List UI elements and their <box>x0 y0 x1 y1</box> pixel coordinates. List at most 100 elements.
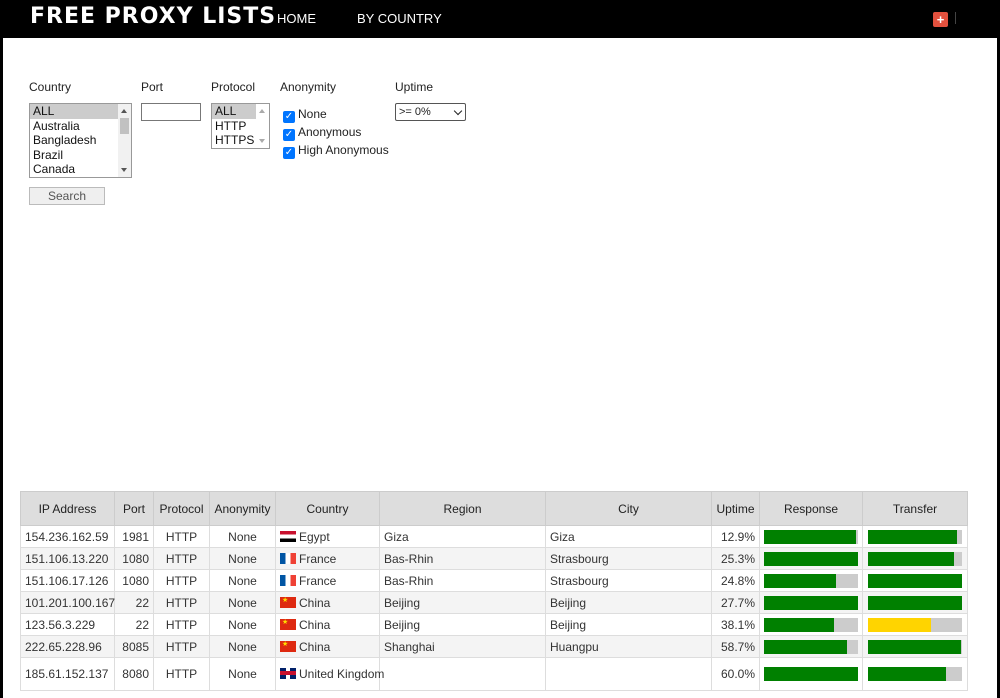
country-cell: France <box>275 569 380 592</box>
response-cell <box>759 591 863 614</box>
col-header-city[interactable]: City <box>545 491 712 526</box>
transfer-cell <box>862 635 968 658</box>
table-row[interactable]: 185.61.152.137 8080 HTTP None United Kingdom… <box>20 657 968 691</box>
response-bar-fill <box>764 639 847 654</box>
col-header-response[interactable]: Response <box>759 491 863 526</box>
nav-home-link[interactable]: HOME <box>277 11 316 26</box>
response-cell <box>759 547 863 570</box>
flag-icon <box>280 574 296 586</box>
transfer-bar <box>868 551 962 566</box>
anonymity-cell: None <box>209 613 276 636</box>
protocol-listbox[interactable]: ALL HTTP HTTPS <box>211 103 270 149</box>
scroll-down-icon[interactable] <box>259 139 265 143</box>
response-cell <box>759 569 863 592</box>
col-header-country[interactable]: Country <box>275 491 380 526</box>
flag-icon <box>280 618 296 630</box>
col-header-anonymity[interactable]: Anonymity <box>209 491 276 526</box>
col-header-uptime[interactable]: Uptime <box>711 491 760 526</box>
region-cell <box>379 657 546 691</box>
protocol-list-scrollbar[interactable] <box>256 104 269 148</box>
response-bar-fill <box>764 551 858 566</box>
col-header-ip[interactable]: IP Address <box>20 491 115 526</box>
region-cell: Bas-Rhin <box>379 569 546 592</box>
country-listbox[interactable]: ALL Australia Bangladesh Brazil Canada <box>29 103 132 178</box>
port-cell: 1080 <box>114 569 154 592</box>
checkmark-icon[interactable]: ✓ <box>283 147 295 159</box>
response-cell <box>759 635 863 658</box>
anonymity-high-checkbox[interactable]: ✓ High Anonymous <box>283 143 389 159</box>
transfer-bar-fill <box>868 639 962 654</box>
city-cell <box>545 657 712 691</box>
protocol-cell: HTTP <box>153 569 210 592</box>
country-option[interactable]: Australia <box>30 119 131 134</box>
country-option[interactable]: Canada <box>30 162 131 177</box>
port-input[interactable] <box>141 103 201 121</box>
flag-icon <box>280 552 296 564</box>
top-navbar: FREE PROXY LISTS HOME BY COUNTRY + <box>0 0 1000 38</box>
table-header-row: IP Address Port Protocol Anonymity Count… <box>20 491 968 526</box>
uptime-cell: 27.7% <box>711 591 760 614</box>
uptime-cell: 58.7% <box>711 635 760 658</box>
city-cell: Beijing <box>545 613 712 636</box>
col-header-port[interactable]: Port <box>114 491 154 526</box>
protocol-cell: HTTP <box>153 525 210 548</box>
ip-cell: 222.65.228.96 <box>20 635 115 658</box>
country-option[interactable]: ALL <box>30 104 131 119</box>
nav-by-country-link[interactable]: BY COUNTRY <box>357 11 442 26</box>
col-header-region[interactable]: Region <box>379 491 546 526</box>
transfer-cell <box>862 547 968 570</box>
country-cell: China <box>275 613 380 636</box>
table-row[interactable]: 151.106.17.126 1080 HTTP None France Bas-Rhin… <box>20 569 968 592</box>
uptime-label: Uptime <box>395 80 434 94</box>
protocol-cell: HTTP <box>153 547 210 570</box>
col-header-protocol[interactable]: Protocol <box>153 491 210 526</box>
table-row[interactable]: 101.201.100.16722HTTPNone China BeijingBei… <box>20 591 968 614</box>
port-cell: 22 <box>114 613 154 636</box>
scroll-up-icon[interactable] <box>121 109 127 113</box>
transfer-bar-fill <box>868 667 947 681</box>
anonymity-none-checkbox[interactable]: ✓ None <box>283 107 327 123</box>
transfer-bar <box>868 529 962 544</box>
scroll-up-icon[interactable] <box>259 109 265 113</box>
checkmark-icon[interactable]: ✓ <box>283 111 295 123</box>
port-cell: 8085 <box>114 635 154 658</box>
uptime-cell: 24.8% <box>711 569 760 592</box>
table-row[interactable]: 222.65.228.968085HTTPNone China ShanghaiHu… <box>20 635 968 658</box>
anonymity-cell: None <box>209 569 276 592</box>
country-name: Egypt <box>299 529 330 544</box>
checkmark-icon[interactable]: ✓ <box>283 129 295 141</box>
search-button[interactable]: Search <box>29 187 105 205</box>
transfer-bar-fill <box>868 595 962 610</box>
table-row[interactable]: 151.106.13.220 1080 HTTP None France Bas-Rhin… <box>20 547 968 570</box>
proxy-table: IP Address Port Protocol Anonymity Count… <box>20 491 968 691</box>
country-list-scrollbar[interactable] <box>118 104 131 177</box>
response-bar <box>764 617 858 632</box>
col-header-transfer[interactable]: Transfer <box>862 491 968 526</box>
response-bar <box>764 529 858 544</box>
country-option[interactable]: Brazil <box>30 148 131 163</box>
uptime-select[interactable]: >= 0% <box>395 103 466 121</box>
plus-icon[interactable]: + <box>933 12 948 27</box>
anonymity-anonymous-checkbox[interactable]: ✓ Anonymous <box>283 125 361 141</box>
chevron-down-icon <box>453 106 463 116</box>
site-logo[interactable]: FREE PROXY LISTS <box>30 4 276 29</box>
table-row[interactable]: 123.56.3.22922HTTPNone China BeijingBeijin… <box>20 613 968 636</box>
response-bar-fill <box>764 617 834 632</box>
protocol-label: Protocol <box>211 80 256 94</box>
table-row[interactable]: 154.236.162.59 1981 HTTP None Egypt Giza Giza 1… <box>20 525 968 548</box>
protocol-cell: HTTP <box>153 613 210 636</box>
scroll-down-icon[interactable] <box>121 168 127 172</box>
country-option[interactable]: Bangladesh <box>30 133 131 148</box>
uptime-cell: 60.0% <box>711 657 760 691</box>
transfer-bar <box>868 595 962 610</box>
region-cell: Beijing <box>379 591 546 614</box>
transfer-bar-fill <box>868 529 958 544</box>
country-cell: China <box>275 635 380 658</box>
response-bar <box>764 551 858 566</box>
scroll-thumb[interactable] <box>120 118 129 134</box>
transfer-bar <box>868 639 962 654</box>
anonymity-cell: None <box>209 591 276 614</box>
response-cell <box>759 525 863 548</box>
country-name: China <box>299 595 331 610</box>
country-label: Country <box>29 80 72 94</box>
